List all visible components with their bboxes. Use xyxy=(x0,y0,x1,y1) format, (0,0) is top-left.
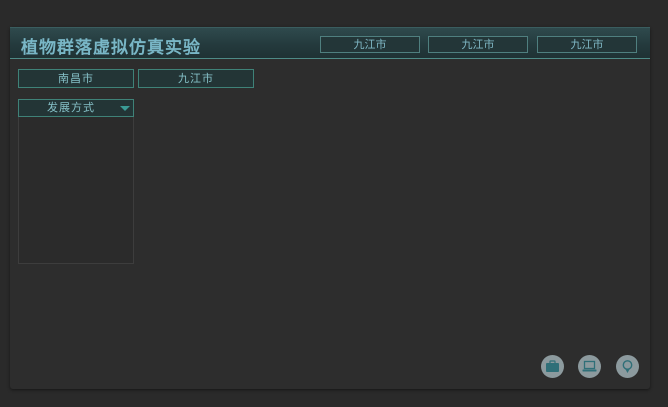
briefcase-button[interactable] xyxy=(541,355,564,378)
laptop-icon xyxy=(582,360,597,372)
dropdown-label: 发展方式 xyxy=(47,101,95,114)
city-chip-nanchang[interactable]: 南昌市 xyxy=(18,69,134,88)
laptop-button[interactable] xyxy=(578,355,601,378)
city-chip-jiujiang[interactable]: 九江市 xyxy=(138,69,254,88)
dropdown-list-panel[interactable] xyxy=(18,117,134,264)
briefcase-icon xyxy=(546,360,559,372)
app-title: 植物群落虚拟仿真实验 xyxy=(21,38,201,58)
title-bar: 植物群落虚拟仿真实验 九江市 九江市 九江市 xyxy=(10,27,650,59)
location-pin-icon xyxy=(622,360,633,373)
tab-city-2[interactable]: 九江市 xyxy=(428,36,528,53)
tab-city-1[interactable]: 九江市 xyxy=(320,36,420,53)
development-mode-dropdown[interactable]: 发展方式 xyxy=(18,99,134,117)
chevron-down-icon[interactable] xyxy=(120,106,130,111)
location-button[interactable] xyxy=(616,355,639,378)
main-window: 植物群落虚拟仿真实验 九江市 九江市 九江市 南昌市 九江市 发展方式 xyxy=(10,27,650,389)
tab-city-3[interactable]: 九江市 xyxy=(537,36,637,53)
